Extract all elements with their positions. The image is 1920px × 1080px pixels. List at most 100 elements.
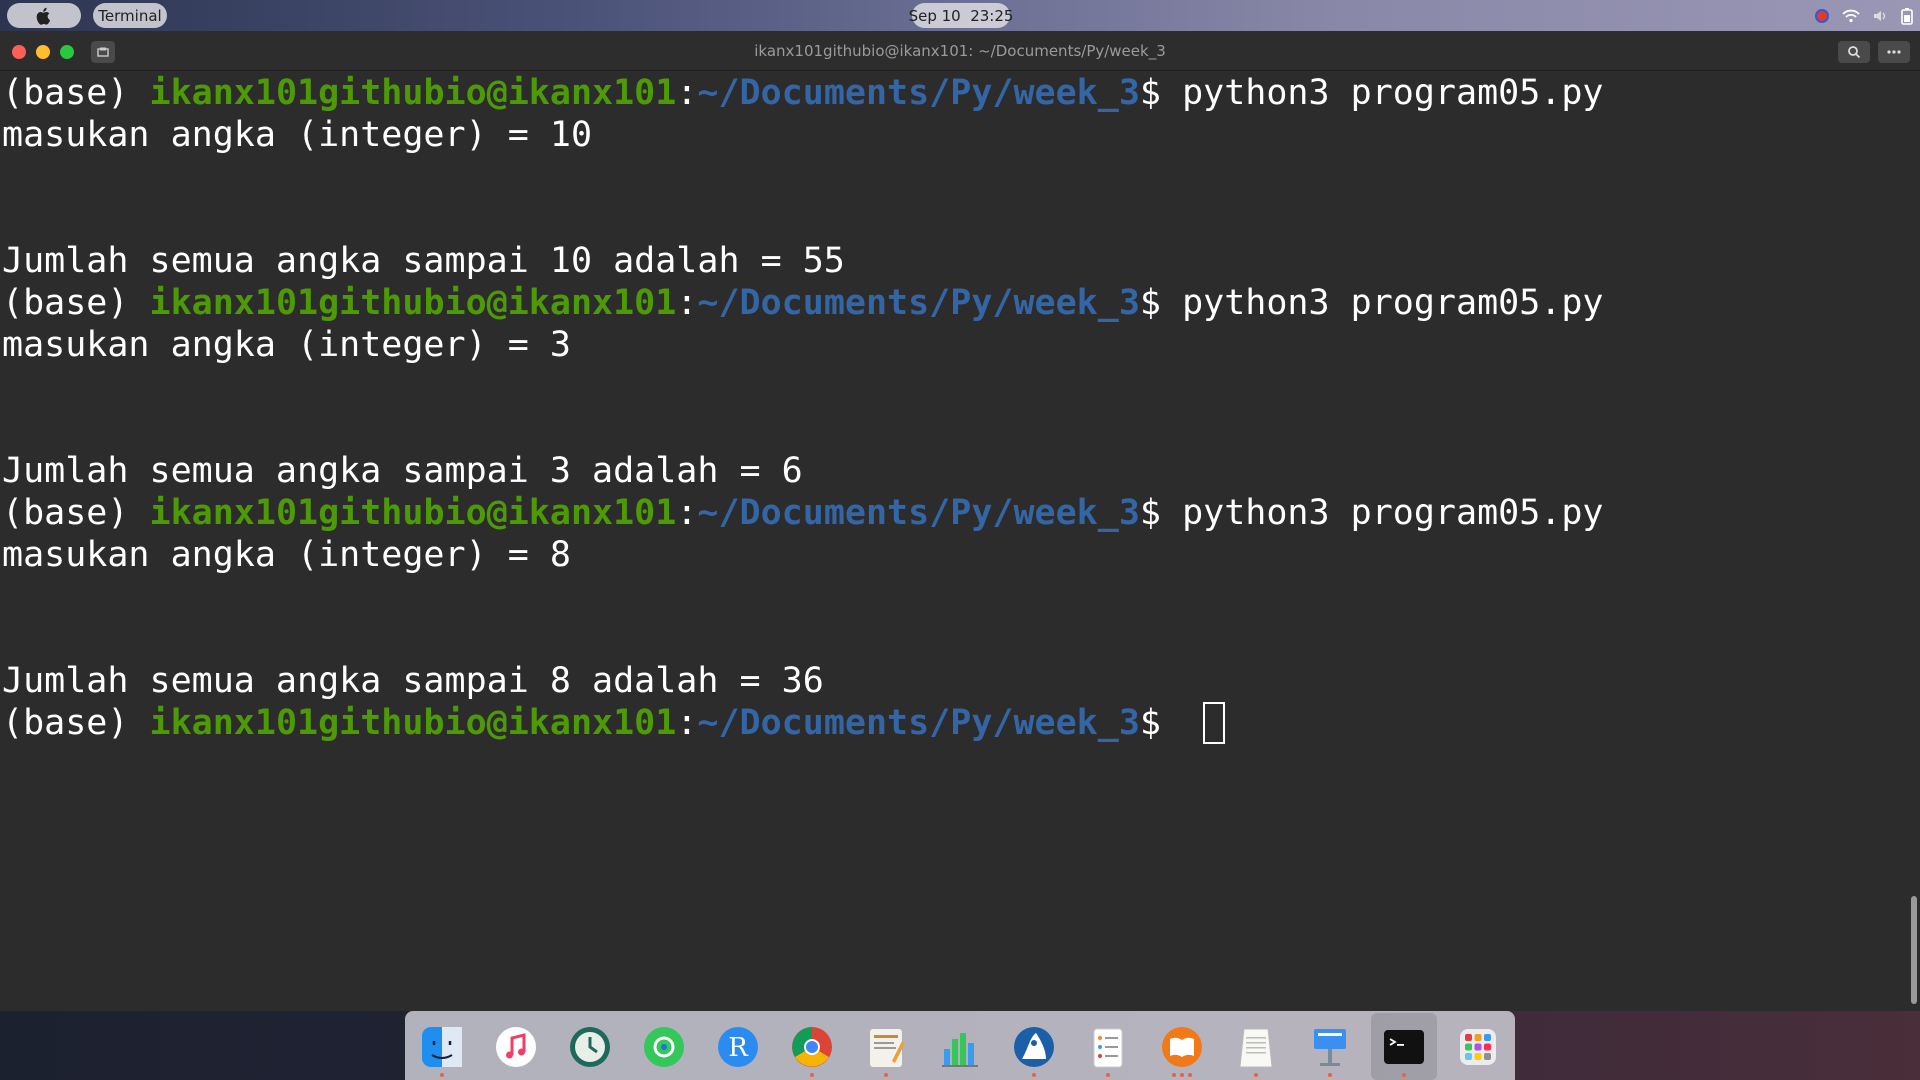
- dock-running-indicator: [1188, 1073, 1192, 1077]
- volume-icon[interactable]: [1872, 9, 1888, 23]
- findmy-icon: [644, 1027, 684, 1067]
- prompt-line: (base) ikanx101githubio@ikanx101:~/Docum…: [2, 72, 1604, 114]
- dock-running-indicator: [1032, 1073, 1036, 1077]
- dock-chrome[interactable]: [787, 1022, 837, 1072]
- prompt-env: (base): [2, 283, 150, 323]
- terminal-scrollbar[interactable]: [1911, 896, 1917, 1004]
- new-tab-icon: [97, 47, 109, 57]
- textedit-icon: [1239, 1028, 1273, 1068]
- apple-logo-icon: [36, 7, 51, 25]
- prompt-line: (base) ikanx101githubio@ikanx101:~/Docum…: [2, 492, 1604, 534]
- prompt-userhost: ikanx101githubio@ikanx101: [149, 493, 677, 533]
- dock-running-indicator: [440, 1073, 444, 1077]
- pages-icon: [870, 1029, 905, 1067]
- prompt-colon: :: [676, 493, 698, 533]
- inkscape-icon: [1014, 1027, 1054, 1067]
- dock-timemachine[interactable]: [565, 1022, 615, 1072]
- books-icon: [1162, 1027, 1202, 1067]
- text-cursor: [1203, 702, 1226, 744]
- dock-running-indicator: [810, 1073, 814, 1077]
- clock-button[interactable]: Sep 10 23:25: [909, 3, 1013, 28]
- app-name-label: Terminal: [98, 6, 162, 25]
- app-menu-terminal[interactable]: Terminal: [93, 3, 167, 28]
- dock-books[interactable]: [1157, 1022, 1207, 1072]
- search-icon: [1848, 46, 1861, 59]
- system-tray: [1814, 0, 1914, 31]
- prompt-colon: :: [676, 703, 698, 743]
- output-result-line: Jumlah semua angka sampai 10 adalah = 55: [2, 241, 845, 281]
- music-icon: [496, 1027, 536, 1067]
- launchpad-icon: [1460, 1029, 1496, 1065]
- terminal-output[interactable]: (base) ikanx101githubio@ikanx101:~/Docum…: [0, 72, 1920, 1011]
- r-language-icon: R: [718, 1027, 758, 1067]
- window-minimize-button[interactable]: [36, 45, 50, 59]
- menu-bar: Terminal Sep 10 23:25: [0, 0, 1920, 31]
- window-title-bar[interactable]: [0, 31, 1920, 71]
- finder-icon: [422, 1027, 462, 1067]
- output-result-line: Jumlah semua angka sampai 8 adalah = 36: [2, 661, 824, 701]
- dock-inkscape[interactable]: [1009, 1022, 1059, 1072]
- dock-findmy[interactable]: [639, 1022, 689, 1072]
- battery-icon[interactable]: [1900, 7, 1914, 25]
- prompt-env: (base): [2, 493, 150, 533]
- prompt-colon: :: [676, 73, 698, 113]
- dock-finder[interactable]: [417, 1022, 467, 1072]
- prompt-env: (base): [2, 73, 150, 113]
- dock-numbers[interactable]: [935, 1022, 985, 1072]
- dock-textedit[interactable]: [1231, 1022, 1281, 1072]
- dock-pages[interactable]: [861, 1022, 911, 1072]
- dock-r-language[interactable]: R: [713, 1022, 763, 1072]
- window-maximize-button[interactable]: [60, 45, 74, 59]
- prompt-env: (base): [2, 703, 150, 743]
- new-tab-button[interactable]: [91, 41, 115, 63]
- prompt-path: ~/Documents/Py/week_3: [697, 73, 1140, 113]
- prompt-colon: :: [676, 283, 698, 323]
- wifi-icon[interactable]: [1842, 9, 1860, 23]
- dock-running-indicator: [1254, 1073, 1258, 1077]
- dock-reminders[interactable]: [1083, 1022, 1133, 1072]
- clock-label: Sep 10 23:25: [908, 6, 1014, 25]
- dock-keynote[interactable]: [1305, 1022, 1355, 1072]
- prompt-line-active[interactable]: (base) ikanx101githubio@ikanx101:~/Docum…: [2, 702, 1226, 744]
- output-input-line: masukan angka (integer) = 8: [2, 535, 571, 575]
- terminal-menu-button[interactable]: [1878, 41, 1910, 63]
- timemachine-icon: [570, 1027, 610, 1067]
- dock-running-indicator: [884, 1073, 888, 1077]
- window-close-button[interactable]: [12, 45, 26, 59]
- prompt-path: ~/Documents/Py/week_3: [697, 283, 1140, 323]
- prompt-path: ~/Documents/Py/week_3: [697, 493, 1140, 533]
- prompt-dollar: $: [1139, 493, 1183, 533]
- output-input-line: masukan angka (integer) = 10: [2, 115, 593, 155]
- command-text: python3 program05.py: [1182, 493, 1604, 533]
- dock-launchpad[interactable]: [1453, 1022, 1503, 1072]
- apple-menu-button[interactable]: [7, 3, 81, 28]
- output-input-line: masukan angka (integer) = 3: [2, 325, 571, 365]
- prompt-dollar: $: [1139, 73, 1183, 113]
- prompt-dollar: $: [1139, 283, 1183, 323]
- numbers-icon: [942, 1033, 978, 1067]
- prompt-userhost: ikanx101githubio@ikanx101: [149, 703, 677, 743]
- chrome-record-icon[interactable]: [1814, 8, 1830, 24]
- dock-music[interactable]: [491, 1022, 541, 1072]
- dock-running-indicator: [1328, 1073, 1332, 1077]
- output-result-line: Jumlah semua angka sampai 3 adalah = 6: [2, 451, 803, 491]
- reminders-icon: [1093, 1028, 1123, 1068]
- menu-dots-icon: [1887, 50, 1901, 54]
- command-text: python3 program05.py: [1182, 73, 1604, 113]
- prompt-userhost: ikanx101githubio@ikanx101: [149, 73, 677, 113]
- prompt-path: ~/Documents/Py/week_3: [697, 703, 1140, 743]
- terminal-icon: [1384, 1030, 1424, 1064]
- svg-text:R: R: [728, 1033, 749, 1063]
- dock-running-indicator: [1402, 1073, 1406, 1077]
- prompt-line: (base) ikanx101githubio@ikanx101:~/Docum…: [2, 282, 1604, 324]
- dock-running-indicator: [1106, 1073, 1110, 1077]
- dock-terminal[interactable]: [1379, 1022, 1429, 1072]
- terminal-search-button[interactable]: [1838, 41, 1870, 63]
- prompt-userhost: ikanx101githubio@ikanx101: [149, 283, 677, 323]
- chrome-icon: [792, 1027, 832, 1067]
- dock-running-indicator: [1180, 1073, 1184, 1077]
- dock-running-indicator: [1172, 1073, 1176, 1077]
- prompt-dollar: $: [1139, 703, 1183, 743]
- keynote-icon: [1314, 1029, 1346, 1066]
- command-text: python3 program05.py: [1182, 283, 1604, 323]
